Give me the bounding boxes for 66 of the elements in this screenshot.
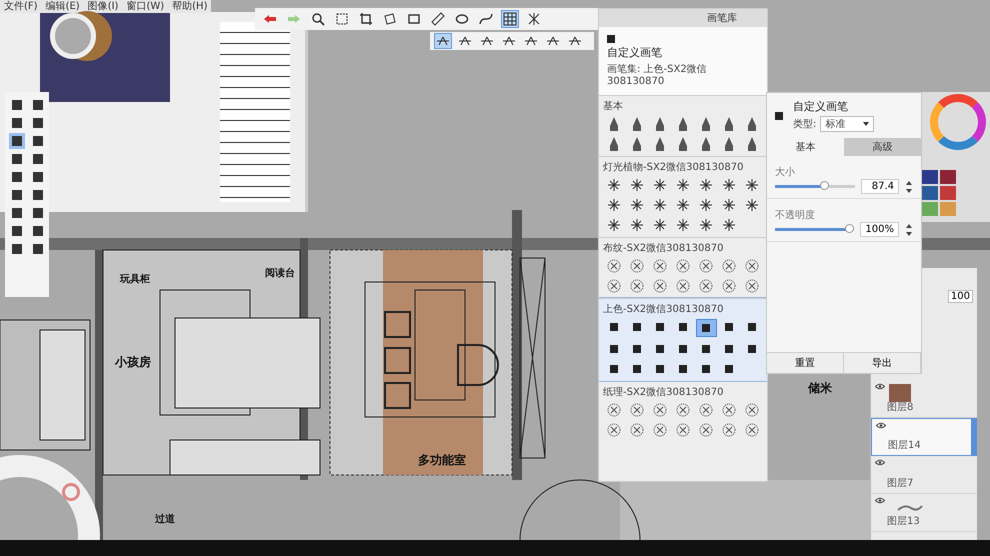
panel-button[interactable]: 导出 [844, 353, 921, 373]
caret-icon [863, 122, 870, 126]
color-wheel-icon[interactable] [62, 483, 80, 501]
eye-icon[interactable] [875, 459, 885, 466]
eye-icon[interactable] [876, 422, 886, 429]
slider-thumb[interactable] [844, 224, 854, 233]
brush-set-name: 纸理-SX2微信308130870 [603, 386, 724, 399]
value-field[interactable]: 87.4 [861, 179, 899, 194]
brush-set-name: 布纹-SX2微信308130870 [603, 242, 724, 255]
color-swatch[interactable] [922, 186, 938, 200]
stepper-icon[interactable] [905, 180, 913, 194]
brush-name: 自定义画笔 [793, 99, 849, 114]
panel-tab[interactable]: 高级 [844, 138, 921, 156]
room-label: 多功能室 [418, 453, 466, 467]
layer-thumbnail [889, 384, 911, 402]
slider-label: 大小 [775, 167, 795, 178]
menu-item[interactable]: 帮助(H) [172, 0, 208, 12]
brush-set-name: 灯光植物-SX2微信308130870 [603, 160, 744, 174]
color-swatch[interactable] [922, 202, 938, 216]
color-wheel-icon[interactable] [930, 94, 986, 150]
color-swatch[interactable] [922, 170, 938, 184]
brush-name: 自定义画笔 [607, 45, 663, 60]
crop-tool-icon[interactable] [357, 10, 375, 28]
perspective-mode-icon[interactable] [434, 33, 452, 49]
brush-set-section[interactable]: 上色-SX2微信308130870 [599, 298, 767, 381]
color-swatch[interactable] [940, 186, 956, 200]
room-label: 阅读台 [265, 268, 295, 279]
type-label: 类型: [793, 118, 816, 131]
brush-set-section[interactable]: 纸理-SX2微信308130870 [599, 381, 767, 442]
brush-tip-icon[interactable] [696, 319, 717, 337]
room-label: 储米 [808, 381, 832, 395]
value-field[interactable]: 100% [860, 222, 899, 237]
room-label: 小孩房 [115, 355, 151, 369]
panel-button[interactable]: 重置 [767, 353, 844, 373]
eye-icon[interactable] [875, 383, 885, 390]
color-swatch[interactable] [940, 202, 956, 216]
room-label: 过道 [155, 514, 175, 525]
type-dropdown[interactable]: 标准 [820, 116, 874, 132]
room-label: 玩具柜 [120, 274, 150, 285]
brush-set-name: 上色-SX2微信308130870 [603, 302, 724, 316]
slider-label: 不透明度 [775, 210, 815, 221]
stroke-thumbnail-icon [897, 504, 923, 512]
layer-name: 图层7 [886, 477, 914, 490]
panel-title: 画笔库 [599, 9, 767, 27]
brush-set-name: 基本 [603, 100, 624, 113]
brush-preview-icon [775, 112, 783, 120]
layer-name: 图层13 [886, 515, 921, 528]
menu-item[interactable]: 编辑(E) [46, 0, 80, 12]
stepper-icon[interactable] [905, 222, 913, 236]
layer-name: 图层8 [886, 401, 914, 414]
brush-set-section[interactable]: 基本 [599, 95, 767, 156]
layer-row[interactable]: 图层13 [871, 494, 977, 532]
ruler-tool-icon[interactable] [429, 10, 447, 28]
menu-item[interactable]: 文件(F) [4, 0, 38, 12]
color-swatch[interactable] [940, 170, 956, 184]
menu-item[interactable]: 窗口(W) [126, 0, 164, 12]
brush-preview-icon [607, 35, 615, 43]
grid-tool-icon[interactable] [501, 10, 519, 28]
eye-icon[interactable] [875, 497, 885, 504]
opacity-field[interactable]: 100 [948, 290, 973, 303]
layer-name: 图层14 [887, 439, 922, 452]
brush-set-label: 画笔集: 上色-SX2微信308130870 [607, 62, 708, 87]
menu-item[interactable]: 图像(I) [88, 0, 118, 12]
slider-thumb[interactable] [820, 181, 829, 190]
layer-row[interactable]: 图层14 [871, 418, 977, 456]
layer-row[interactable]: 图层7 [871, 456, 977, 494]
